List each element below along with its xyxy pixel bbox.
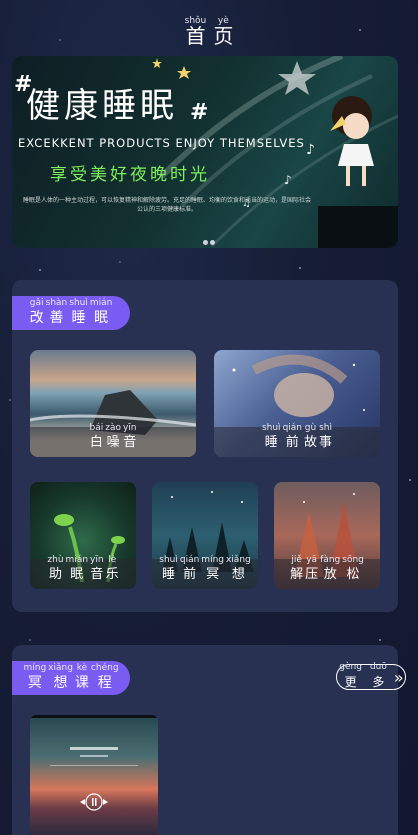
- svg-text:♪: ♪: [306, 142, 315, 158]
- banner-headline: 健康睡眠: [26, 86, 178, 126]
- improve-sleep-panel: gǎi 改 shàn 善 shuì 睡 mián 眠 bái 白 zào 噪 yīn 音 sh…: [12, 280, 398, 612]
- card-caption: jiě 解 yā 压 fàng 放 sōng 松: [274, 555, 380, 589]
- page-title: shǒu 首 yè 页: [184, 16, 234, 48]
- more-button[interactable]: gèng 更 duō 多 »: [336, 662, 406, 690]
- sleep-music-card[interactable]: zhù 助 mián 眠 yīn 音 lè 乐: [30, 482, 136, 589]
- banner-description: 睡眠是人体的一种主动过程，可以恢复精神和解除疲劳。充足的睡眠、均衡的饮食和适当的…: [22, 197, 311, 213]
- card-caption: shuì 睡 qián 前 míng 冥 xiǎng 想: [152, 555, 258, 589]
- bedtime-story-card[interactable]: shuì 睡 qián 前 gù 故 shì 事: [214, 350, 380, 457]
- sunset-player-image: [30, 715, 158, 811]
- white-noise-card[interactable]: bái 白 zào 噪 yīn 音: [30, 350, 196, 457]
- carousel-indicator[interactable]: [202, 230, 216, 248]
- card-caption: bái 白 zào 噪 yīn 音: [30, 423, 196, 457]
- double-chevron-right-icon: »: [393, 667, 404, 687]
- hero-banner[interactable]: ♪ ♪ ♫ # # 健康睡眠 EXCEKKENT PRODUCTS ENJOY …: [12, 56, 398, 248]
- hash-mark: #: [190, 100, 209, 125]
- meditation-course-card[interactable]: [30, 715, 158, 835]
- carousel-dot[interactable]: [203, 240, 208, 245]
- bedtime-meditation-card[interactable]: shuì 睡 qián 前 míng 冥 xiǎng 想: [152, 482, 258, 589]
- svg-text:♪: ♪: [284, 173, 292, 187]
- card-caption: shuì 睡 qián 前 gù 故 shì 事: [214, 423, 380, 457]
- banner-slogan: 享受美好夜晚时光: [50, 165, 210, 185]
- banner-subtitle: EXCEKKENT PRODUCTS ENJOY THEMSELVES: [18, 136, 305, 150]
- section-title-improve-sleep: gǎi 改 shàn 善 shuì 睡 mián 眠: [12, 296, 130, 330]
- stress-relief-card[interactable]: jiě 解 yā 压 fàng 放 sōng 松: [274, 482, 380, 589]
- card-caption: zhù 助 mián 眠 yīn 音 lè 乐: [30, 555, 136, 589]
- section-title-meditation-course: míng 冥 xiǎng 想 kè 课 chéng 程: [12, 661, 130, 695]
- carousel-dot[interactable]: [210, 240, 215, 245]
